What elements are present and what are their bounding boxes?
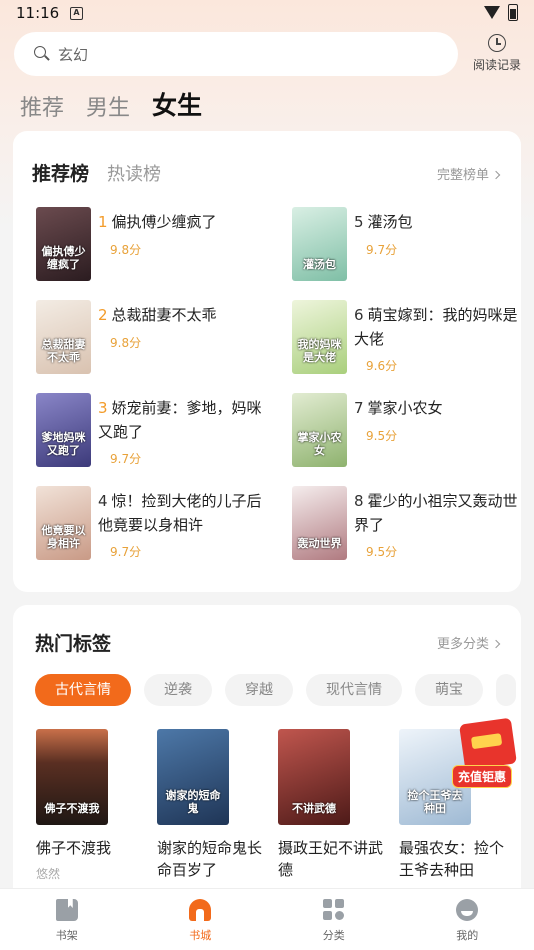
- nav-label: 书架: [55, 929, 78, 942]
- book-title: 摄政王妃不讲武德: [278, 839, 384, 879]
- tab-recommend[interactable]: 推荐: [20, 90, 64, 122]
- book-cover: 总裁甜妻不太乖: [36, 300, 91, 374]
- rank-score: 9.7分: [366, 243, 398, 257]
- book-cover: 爹地妈咪又跑了: [36, 393, 91, 467]
- clock-icon: [488, 34, 506, 52]
- rank-title: 1 偏执傅少缠疯了: [98, 213, 217, 231]
- book-card[interactable]: 谢家的短命鬼 谢家的短命鬼长命百岁了: [157, 729, 269, 881]
- bottom-nav: 书架 书城 分类 我的: [0, 888, 534, 950]
- tag-chip[interactable]: 古代言情: [35, 674, 131, 706]
- rank-score: 9.7分: [110, 452, 142, 466]
- tag-chip[interactable]: 逆袭: [144, 674, 212, 706]
- ranking-card: 推荐榜 热读榜 完整榜单 偏执傅少缠疯了 1 偏执傅少缠疯了 9.8分 总裁甜妻不…: [13, 131, 521, 592]
- book-cover: 灌汤包: [292, 207, 347, 281]
- bookstore-icon: [189, 899, 212, 921]
- status-time: 11:16: [16, 4, 60, 22]
- tag-chip[interactable]: 现代言情: [306, 674, 402, 706]
- tab-hot-rank[interactable]: 热读榜: [107, 160, 161, 186]
- chevron-right-icon: [491, 639, 501, 649]
- rank-title: 4 惊！捡到大佬的儿子后他竟要以身相许: [98, 492, 262, 534]
- search-placeholder[interactable]: 玄幻: [58, 44, 88, 65]
- tab-male[interactable]: 男生: [86, 90, 130, 122]
- book-cover: 我的妈咪是大佬: [292, 300, 347, 374]
- tab-female[interactable]: 女生: [152, 86, 202, 122]
- recharge-promo-label: 充值钜惠: [452, 765, 513, 788]
- nav-bookstore[interactable]: 书城: [134, 889, 268, 950]
- rank-title: 5 灌汤包: [354, 213, 413, 231]
- rank-item[interactable]: 轰动世界 8 霍少的小祖宗又轰动世界了 9.5分: [292, 486, 532, 566]
- book-cover: 不讲武德: [278, 729, 350, 825]
- book-title: 谢家的短命鬼长命百岁了: [157, 839, 263, 879]
- rank-item[interactable]: 总裁甜妻不太乖 2 总裁甜妻不太乖 9.8分: [36, 300, 276, 380]
- book-author: 悠然: [36, 867, 61, 881]
- book-title: 最强农女：捡个王爷去种田: [399, 839, 505, 879]
- full-ranking-link[interactable]: 完整榜单: [436, 164, 501, 183]
- bookshelf-icon: [55, 899, 78, 921]
- category-icon: [322, 899, 345, 921]
- ranking-tabs: 推荐榜 热读榜: [32, 159, 161, 186]
- book-cover: 佛子不渡我: [36, 729, 108, 825]
- rank-item[interactable]: 我的妈咪是大佬 6 萌宝嫁到：我的妈咪是大佬 9.6分: [292, 300, 532, 380]
- battery-icon: [508, 4, 518, 21]
- rank-score: 9.5分: [366, 545, 398, 559]
- tag-chip-partial[interactable]: [496, 674, 516, 706]
- recharge-promo-button[interactable]: 充值钜惠: [448, 715, 524, 788]
- rank-score: 9.8分: [110, 243, 142, 257]
- gender-tabs: 推荐 男生 女生: [20, 86, 202, 122]
- book-cover: 偏执傅少缠疯了: [36, 207, 91, 281]
- search-icon: [34, 46, 46, 58]
- rank-score: 9.7分: [110, 545, 142, 559]
- nav-bookshelf[interactable]: 书架: [0, 889, 134, 950]
- rank-item[interactable]: 他竟要以身相许 4 惊！捡到大佬的儿子后他竟要以身相许 9.7分: [36, 486, 276, 566]
- rank-title: 6 萌宝嫁到：我的妈咪是大佬: [354, 306, 518, 348]
- rank-score: 9.8分: [110, 336, 142, 350]
- hot-tags-card: 热门标签 更多分类 古代言情 逆袭 穿越 现代言情 萌宝 佛子不渡我 佛子不渡我…: [13, 605, 521, 905]
- reading-history-label: 阅读记录: [472, 58, 521, 72]
- tag-chip[interactable]: 萌宝: [415, 674, 483, 706]
- rank-title: 2 总裁甜妻不太乖: [98, 306, 217, 324]
- nav-label: 我的: [456, 929, 479, 942]
- notification-icon: A: [70, 7, 83, 20]
- rank-item[interactable]: 偏执傅少缠疯了 1 偏执傅少缠疯了 9.8分: [36, 207, 276, 287]
- rank-item[interactable]: 爹地妈咪又跑了 3 娇宠前妻：爹地，妈咪又跑了 9.7分: [36, 393, 276, 473]
- rank-item[interactable]: 灌汤包 5 灌汤包 9.7分: [292, 207, 532, 287]
- book-cover: 谢家的短命鬼: [157, 729, 229, 825]
- book-card[interactable]: 不讲武德 摄政王妃不讲武德: [278, 729, 390, 881]
- nav-label: 书城: [189, 929, 212, 942]
- red-envelope-icon: [459, 717, 517, 771]
- tab-recommend-rank[interactable]: 推荐榜: [32, 159, 89, 186]
- rank-item[interactable]: 掌家小农女 7 掌家小农女 9.5分: [292, 393, 532, 473]
- book-cover: 轰动世界: [292, 486, 347, 560]
- rank-score: 9.6分: [366, 359, 398, 373]
- nav-profile[interactable]: 我的: [401, 889, 534, 950]
- hot-tags-header: 热门标签: [35, 629, 111, 656]
- more-categories-label: 更多分类: [436, 637, 489, 652]
- book-card[interactable]: 佛子不渡我 佛子不渡我 悠然: [36, 729, 148, 882]
- profile-icon: [456, 899, 479, 921]
- book-cover: 掌家小农女: [292, 393, 347, 467]
- tag-list: 古代言情 逆袭 穿越 现代言情 萌宝: [35, 674, 516, 706]
- book-title: 佛子不渡我: [36, 839, 112, 857]
- tag-chip[interactable]: 穿越: [225, 674, 293, 706]
- reading-history-button[interactable]: 阅读记录: [468, 34, 526, 78]
- search-bar[interactable]: 玄幻: [14, 32, 458, 76]
- nav-label: 分类: [322, 929, 345, 942]
- book-cover: 他竟要以身相许: [36, 486, 91, 560]
- hot-tags-title: 热门标签: [35, 633, 112, 655]
- wifi-icon: [484, 6, 500, 19]
- rank-score: 9.5分: [366, 429, 398, 443]
- chevron-right-icon: [491, 170, 501, 180]
- full-ranking-label: 完整榜单: [436, 168, 489, 183]
- rank-title: 3 娇宠前妻：爹地，妈咪又跑了: [98, 399, 262, 441]
- status-bar: 11:16 A: [0, 0, 534, 28]
- rank-title: 7 掌家小农女: [354, 399, 443, 417]
- rank-title: 8 霍少的小祖宗又轰动世界了: [354, 492, 518, 534]
- nav-category[interactable]: 分类: [267, 889, 401, 950]
- more-categories-link[interactable]: 更多分类: [436, 633, 501, 652]
